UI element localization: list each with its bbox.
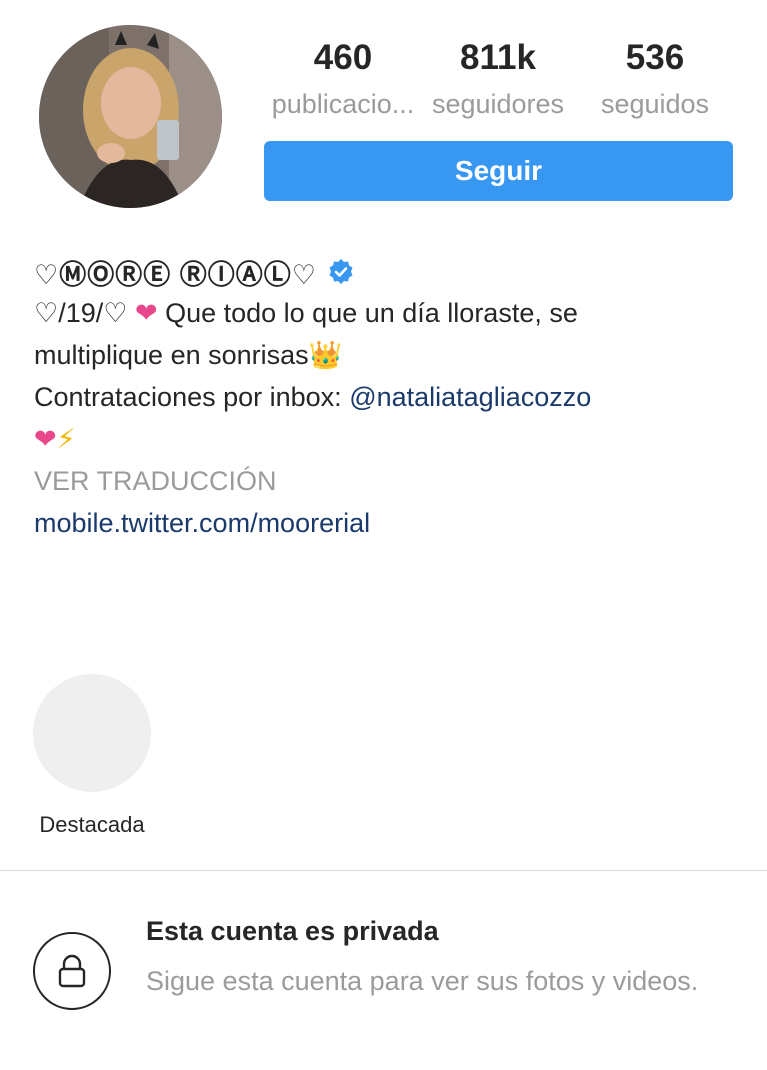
stat-following[interactable]: 536 seguidos [570, 36, 740, 122]
lock-icon [33, 932, 111, 1010]
heart-icon: ❤ [134, 298, 158, 328]
bio-line-3: Contrataciones por inbox: @nataliataglia… [34, 376, 734, 418]
website-link[interactable]: mobile.twitter.com/moorerial [34, 502, 734, 544]
follow-button[interactable]: Seguir [264, 141, 733, 201]
verified-badge-icon [327, 258, 355, 286]
followers-count: 811k [460, 38, 536, 77]
divider [0, 870, 767, 871]
stat-followers[interactable]: 811k seguidores [413, 36, 583, 122]
bio-age: ♡/19/♡ [34, 298, 135, 328]
name-row: ♡ⓂⓄⓇⒺ ⓇⒾⒶⓁ♡ [34, 252, 734, 292]
bio-line-1: ♡/19/♡ ❤ Que todo lo que un día lloraste… [34, 292, 734, 334]
followers-label: seguidores [431, 89, 565, 119]
bio: ♡ⓂⓄⓇⒺ ⓇⒾⒶⓁ♡ ♡/19/♡ ❤ Que todo lo que un … [34, 252, 734, 544]
display-name: ♡ⓂⓄⓇⒺ ⓇⒾⒶⓁ♡ [34, 259, 317, 290]
mention-link[interactable]: @nataliatagliacozzo [349, 382, 591, 412]
avatar[interactable] [39, 25, 222, 208]
lightning-icon: ⚡ [56, 424, 76, 454]
profile-page: 460 publicacio... 811k seguidores 536 se… [0, 0, 767, 1070]
stat-posts[interactable]: 460 publicacio... [258, 36, 428, 122]
private-account-description: Sigue esta cuenta para ver sus fotos y v… [146, 966, 699, 996]
posts-count: 460 [313, 38, 373, 77]
bio-line-4: ❤⚡ [34, 418, 734, 460]
bio-line-2: multiplique en sonrisas👑 [34, 340, 343, 370]
bio-quote: Que todo lo que un día lloraste, se [157, 298, 578, 328]
bio-contact-label: Contrataciones por inbox: [34, 382, 350, 412]
see-translation-link[interactable]: VER TRADUCCIÓN [34, 460, 734, 502]
highlight-label[interactable]: Destacada [30, 812, 154, 838]
private-account-title: Esta cuenta es privada [146, 916, 439, 946]
avatar-photo [39, 25, 222, 208]
heart-icon: ❤ [34, 424, 57, 454]
following-label: seguidos [600, 89, 710, 119]
posts-label: publicacio... [271, 89, 415, 119]
highlight-thumbnail[interactable] [33, 674, 151, 792]
following-count: 536 [625, 38, 685, 77]
